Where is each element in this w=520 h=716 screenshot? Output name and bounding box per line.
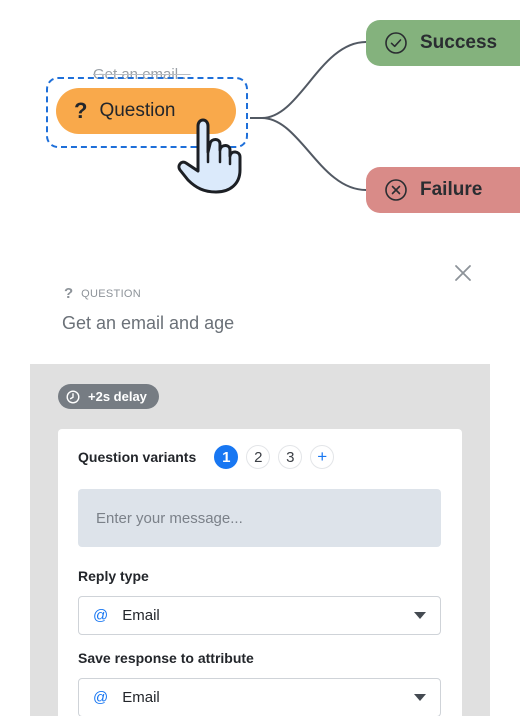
message-input[interactable] — [78, 489, 441, 547]
variant-tab-3[interactable]: 3 — [278, 445, 303, 469]
save-response-label: Save response to attribute — [78, 650, 254, 666]
close-icon[interactable] — [453, 263, 473, 283]
question-settings-section: +2s delay Question variants 1 2 3 + Repl… — [30, 364, 490, 716]
question-node-label: Question — [99, 100, 176, 121]
variant-tab-1[interactable]: 1 — [214, 445, 239, 469]
clock-icon — [66, 389, 80, 404]
success-node[interactable]: Success — [366, 20, 520, 66]
chevron-down-icon — [414, 612, 426, 619]
failure-node[interactable]: Failure — [366, 167, 520, 213]
add-variant-button[interactable]: + — [310, 445, 335, 469]
question-card: Question variants 1 2 3 + Reply type @ E… — [58, 429, 462, 716]
variants-row: Question variants 1 2 3 + — [78, 445, 335, 469]
question-mark-icon: ? — [74, 98, 88, 123]
save-response-select[interactable]: @ Email — [78, 678, 441, 716]
breadcrumb-type: QUESTION — [81, 287, 142, 300]
variant-tab-2[interactable]: 2 — [246, 445, 271, 469]
save-response-value: Email — [122, 689, 160, 706]
reply-type-label: Reply type — [78, 568, 149, 584]
success-node-label: Success — [420, 32, 498, 53]
panel-title: Get an email and age — [62, 313, 235, 333]
breadcrumb: ? QUESTION — [64, 285, 141, 302]
failure-node-label: Failure — [420, 179, 483, 200]
reply-type-select[interactable]: @ Email — [78, 596, 441, 635]
at-sign-icon: @ — [93, 689, 109, 706]
check-circle-icon — [385, 32, 407, 54]
delay-badge-label: +2s delay — [88, 389, 147, 404]
at-sign-icon: @ — [93, 607, 109, 624]
pointing-hand-icon — [177, 118, 242, 194]
flow-diagram: Get an email... ? Question Success Failu… — [0, 0, 520, 240]
variants-label: Question variants — [78, 449, 197, 465]
question-type-icon: ? — [64, 285, 74, 302]
chevron-down-icon — [414, 694, 426, 701]
delay-badge[interactable]: +2s delay — [58, 384, 159, 409]
reply-type-value: Email — [122, 607, 160, 624]
x-circle-icon — [385, 179, 407, 201]
